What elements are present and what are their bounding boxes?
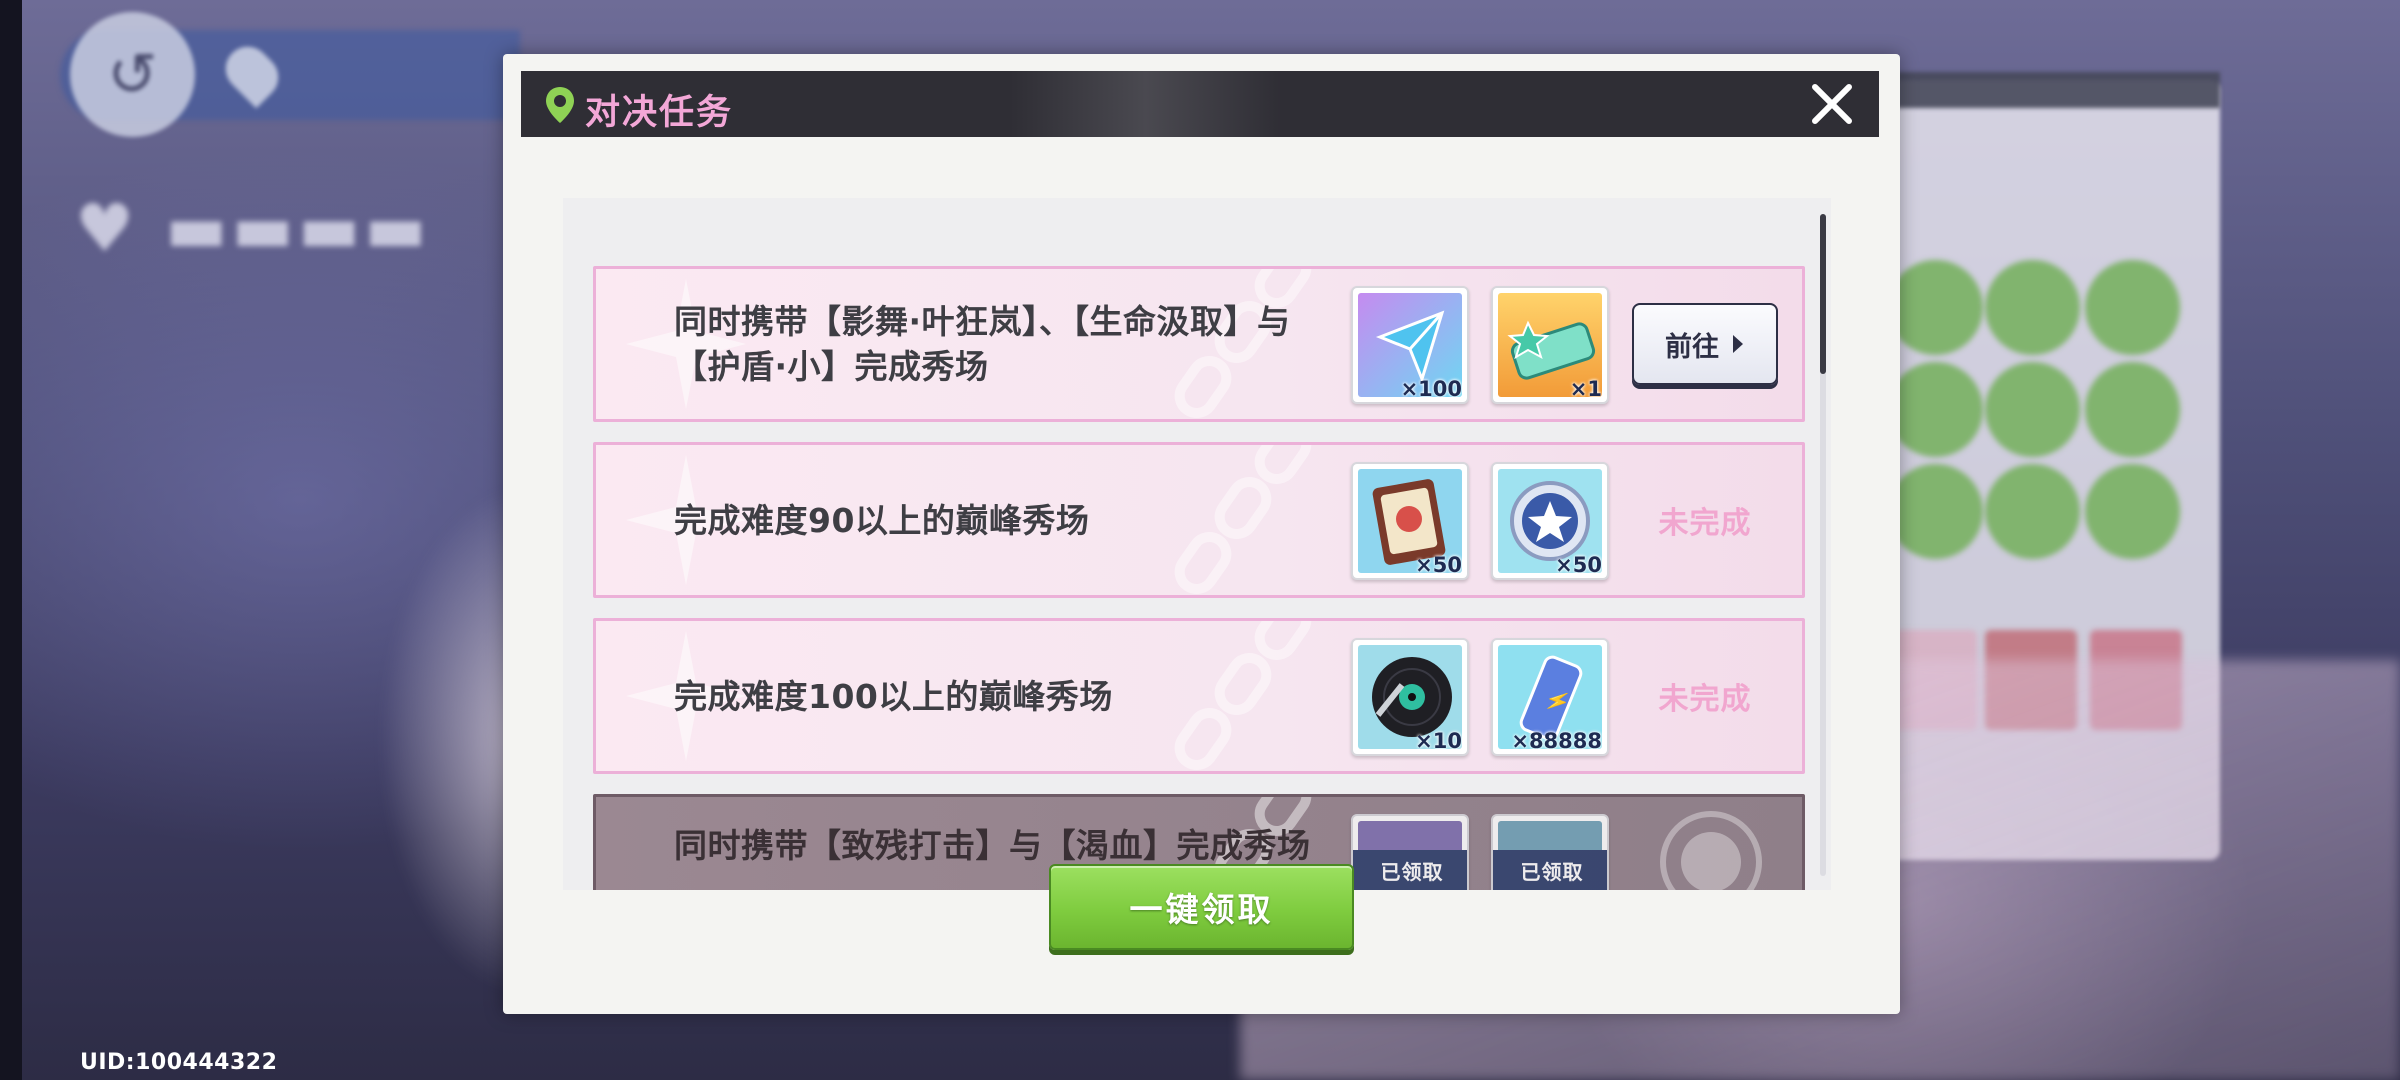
dialog-header: 对决任务 (521, 71, 1879, 137)
background-skill-icon (2085, 464, 2180, 559)
background-skill-icon (1888, 260, 1983, 355)
reward-quantity: ×88888 (1511, 729, 1602, 753)
background-skill-icon (1985, 260, 2080, 355)
uid-label: UID:100444322 (80, 1050, 278, 1075)
reward-quantity: ×50 (1555, 553, 1602, 577)
reward-slot[interactable]: ×50 (1351, 462, 1469, 580)
reward-slot[interactable]: ⚡ ×88888 (1491, 638, 1609, 756)
scrollbar-thumb[interactable] (1820, 214, 1826, 374)
incomplete-status: 未完成 (1658, 682, 1752, 717)
dialog-title: 对决任务 (585, 93, 734, 133)
background-skill-icon (2085, 362, 2180, 457)
reward-slot[interactable]: ×100 (1351, 286, 1469, 404)
reward-slot[interactable]: 已领取 (1491, 814, 1609, 890)
background-skill-icon (1888, 464, 1983, 559)
background-character-name: ♥ ▬▬▬▬ (75, 190, 431, 267)
background-skill-icon (1888, 362, 1983, 457)
background-skill-icon (1985, 464, 2080, 559)
play-arrow-icon (1733, 335, 1743, 353)
task-row: 同时携带【影舞·叶狂岚】、【生命汲取】与【护盾·小】完成秀场 ×100 ×1 前… (593, 266, 1805, 422)
task-row: 完成难度100以上的巅峰秀场 ×10 ⚡ ×88888 未完成 (593, 618, 1805, 774)
completed-stamp-icon (1660, 811, 1762, 890)
reward-quantity: ×50 (1415, 553, 1462, 577)
go-button[interactable]: 前往 (1632, 303, 1778, 385)
claimed-tag: 已领取 (1353, 850, 1467, 890)
claim-all-button[interactable]: 一键领取 (1049, 864, 1354, 950)
background-back-icon: ↺ (70, 12, 195, 137)
reward-quantity: ×10 (1415, 729, 1462, 753)
background-side-panel-header (1875, 72, 2220, 108)
task-description: 完成难度90以上的巅峰秀场 (674, 500, 1090, 540)
reward-slot[interactable]: ×50 (1491, 462, 1609, 580)
reward-slot[interactable]: ×1 (1491, 286, 1609, 404)
location-pin-icon (546, 87, 574, 123)
screen-edge (0, 0, 22, 1080)
reward-quantity: ×100 (1400, 377, 1462, 401)
task-list[interactable]: 同时携带【影舞·叶狂岚】、【生命汲取】与【护盾·小】完成秀场 ×100 ×1 前… (563, 198, 1831, 890)
close-icon[interactable] (1807, 79, 1857, 129)
duel-tasks-dialog: 对决任务 同时携带【影舞·叶狂岚】、【生命汲取】与【护盾·小】完成秀场 ×100… (503, 54, 1900, 1014)
reward-quantity: ×1 (1569, 377, 1602, 401)
reward-slot[interactable]: ×10 (1351, 638, 1469, 756)
reward-slot[interactable]: 已领取 (1351, 814, 1469, 890)
task-row: 完成难度90以上的巅峰秀场 ×50 ×50 未完成 (593, 442, 1805, 598)
incomplete-status: 未完成 (1658, 506, 1752, 541)
background-skill-icon (2085, 260, 2180, 355)
go-button-label: 前往 (1665, 331, 1719, 363)
claimed-tag: 已领取 (1493, 850, 1607, 890)
task-description: 同时携带【影舞·叶狂岚】、【生命汲取】与【护盾·小】完成秀场 (674, 302, 1291, 386)
task-description: 完成难度100以上的巅峰秀场 (674, 676, 1113, 716)
background-skill-icon (1985, 362, 2080, 457)
